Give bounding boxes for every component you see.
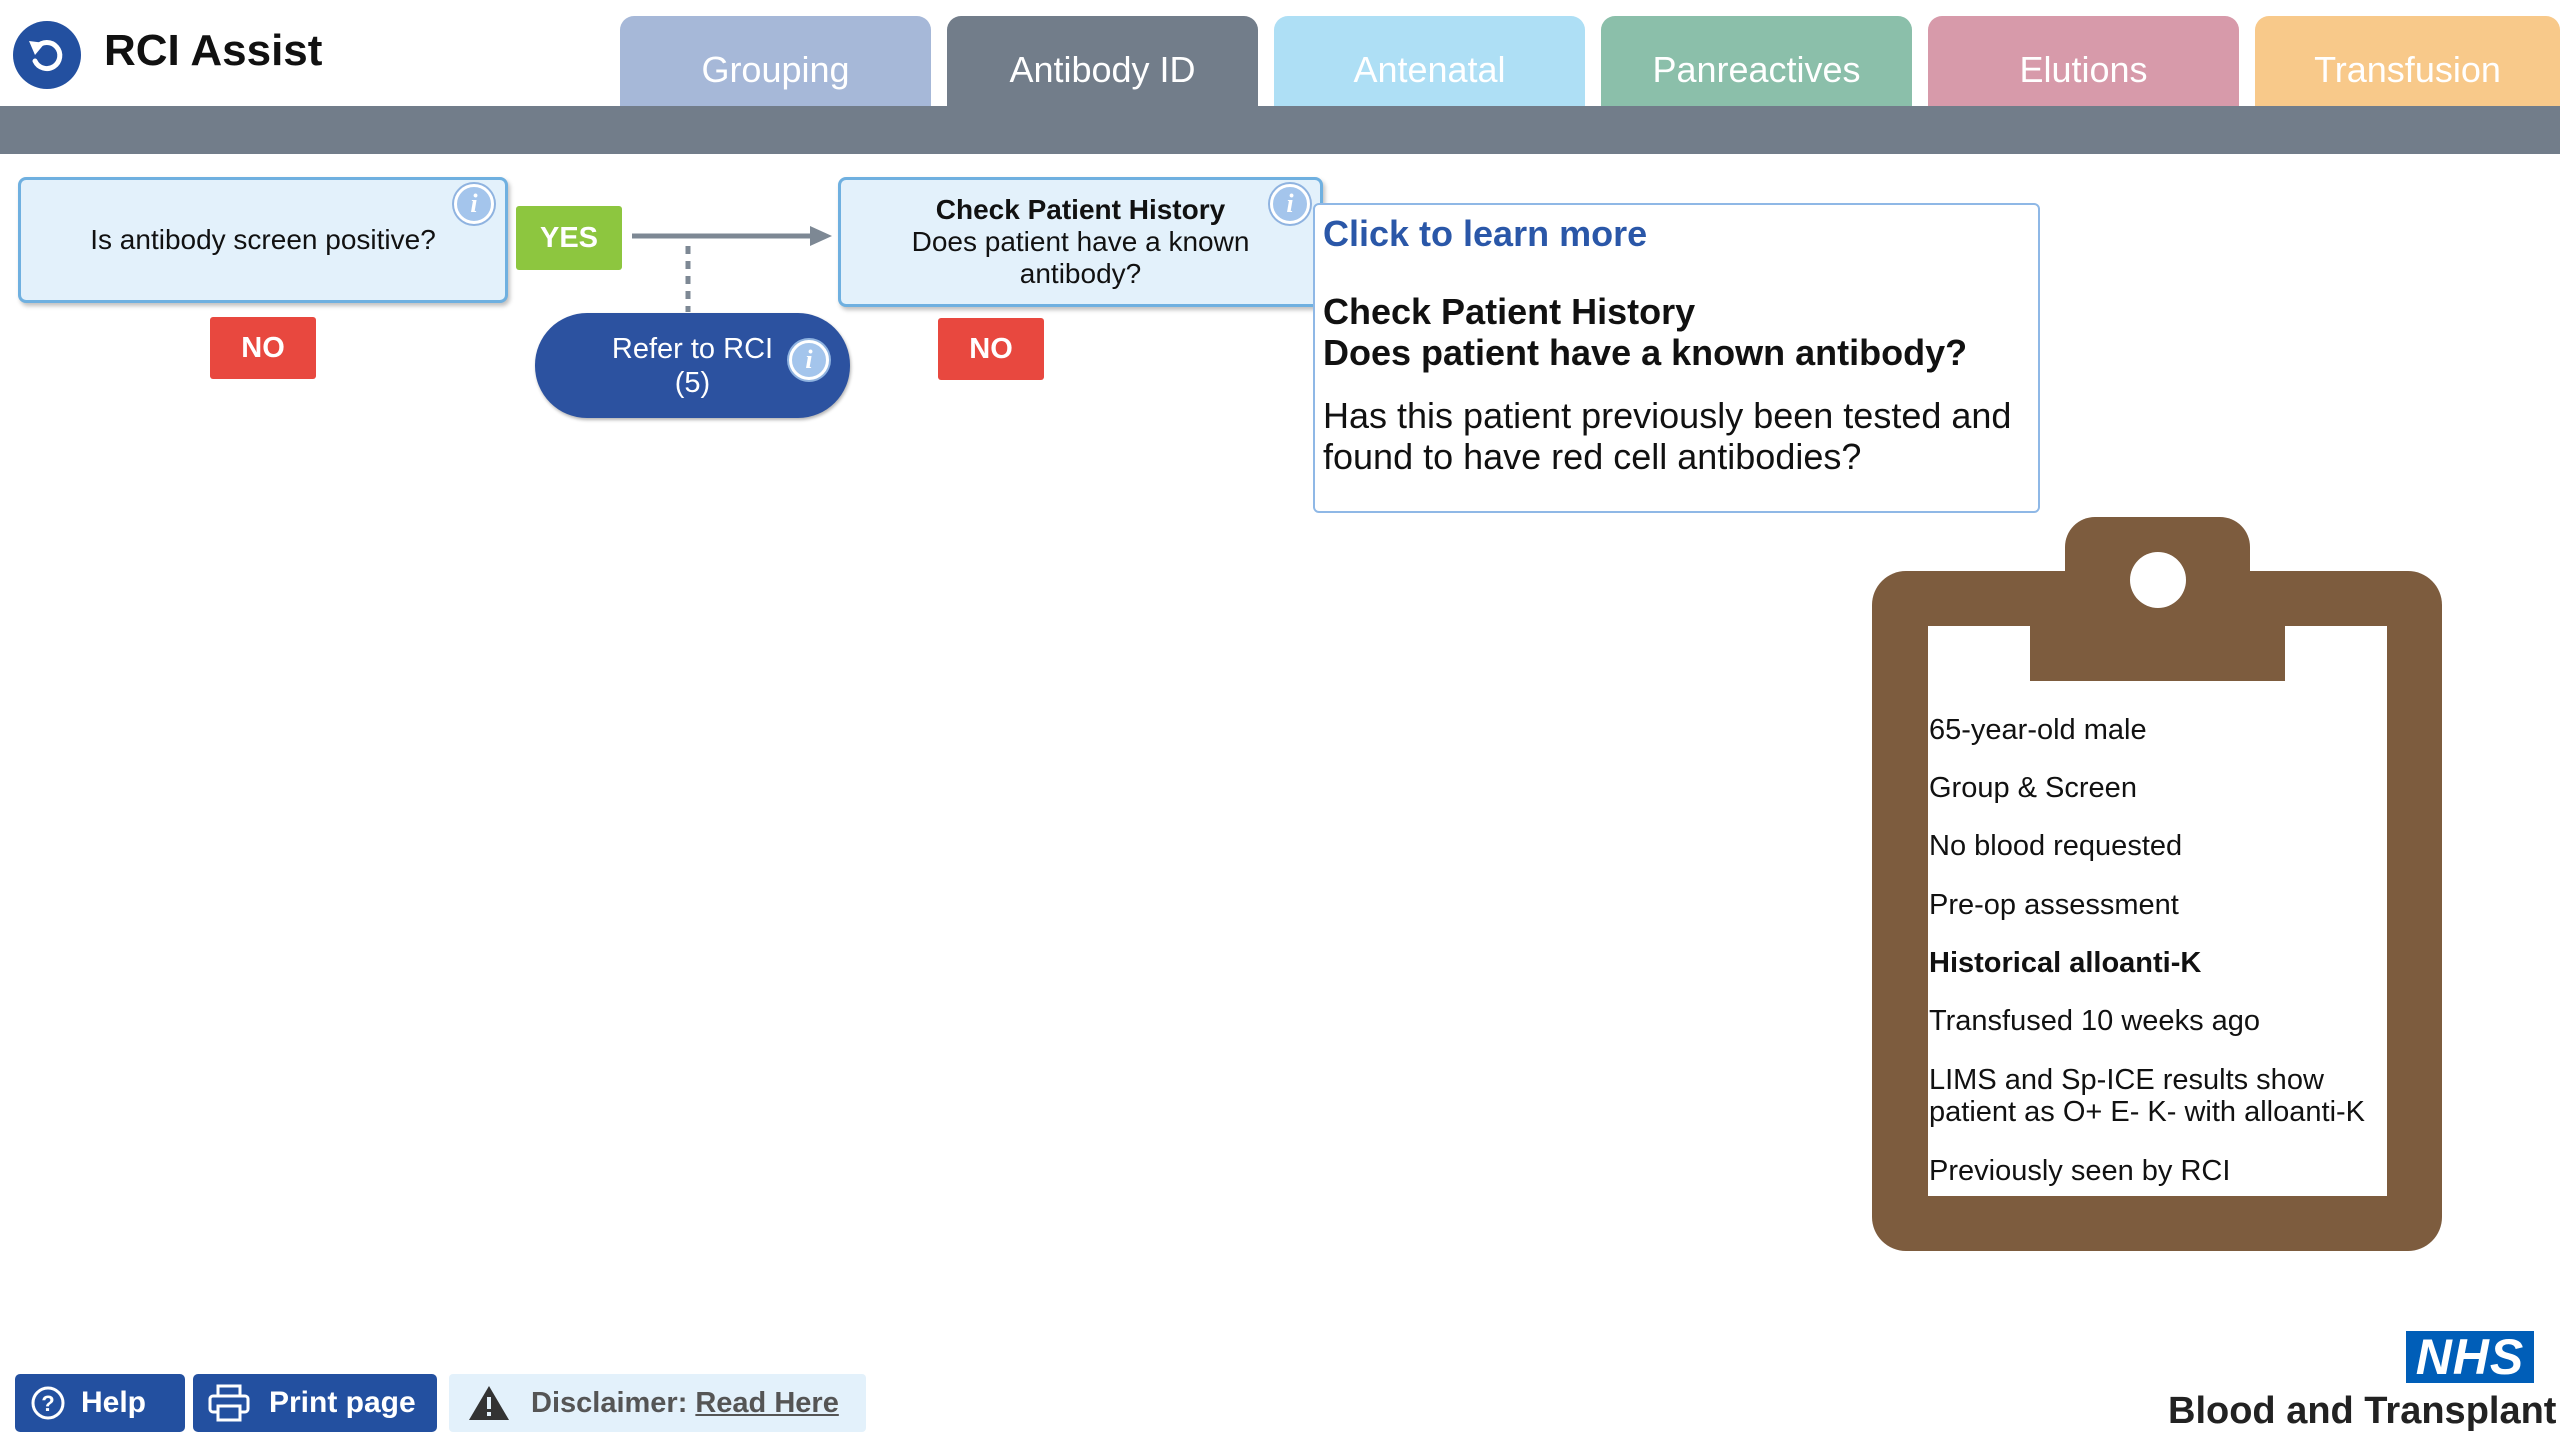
tab-grouping[interactable]: Grouping	[620, 16, 931, 106]
tooltip-heading-1: Check Patient History	[1323, 291, 1696, 332]
case-item-rci: Previously seen by RCI	[1929, 1155, 2231, 1187]
question-antibody-screen-text: Is antibody screen positive?	[90, 224, 436, 255]
refer-line1: Refer to RCI	[611, 332, 774, 365]
no-button-history[interactable]: NO	[938, 318, 1044, 380]
print-label: Print page	[269, 1386, 416, 1419]
help-button[interactable]: ? Help	[15, 1374, 185, 1432]
clipboard-clip-base	[2030, 626, 2285, 681]
nhs-logo: NHS	[2406, 1329, 2534, 1385]
tab-elutions[interactable]: Elutions	[1928, 16, 2239, 106]
case-item-blood: No blood requested	[1929, 830, 2183, 862]
tab-panreactives[interactable]: Panreactives	[1601, 16, 1912, 106]
info-icon[interactable]: i	[454, 184, 494, 224]
no-button[interactable]: NO	[210, 317, 316, 379]
disclaimer-link[interactable]: Read Here	[695, 1387, 838, 1420]
nhs-org-name: Blood and Transplant	[2168, 1390, 2557, 1432]
case-item-request: Group & Screen	[1929, 772, 2137, 804]
patient-history-info-icon[interactable]: i	[1270, 184, 1310, 224]
tooltip-body: Has this patient previously been tested …	[1323, 395, 2012, 477]
svg-text:?: ?	[41, 1391, 54, 1416]
case-item-lims: LIMS and Sp-ICE results show patient as …	[1929, 1064, 2366, 1128]
tab-subbar	[0, 106, 2560, 154]
clipboard-hole	[2130, 552, 2186, 608]
yes-button[interactable]: YES	[516, 206, 622, 270]
printer-icon	[208, 1384, 250, 1422]
tab-antibody-id[interactable]: Antibody ID	[947, 16, 1258, 106]
disclaimer-label: Disclaimer:	[531, 1386, 688, 1419]
print-button[interactable]: Print page	[193, 1374, 437, 1432]
question-antibody-screen[interactable]: Is antibody screen positive?	[18, 177, 508, 303]
undo-icon	[29, 40, 63, 72]
refer-info-icon[interactable]: i	[789, 340, 829, 380]
question-patient-history-text: Does patient have a known antibody?	[911, 226, 1250, 289]
info-tooltip: Click to learn more Check Patient Histor…	[1313, 203, 2040, 513]
refer-line2: (5)	[674, 366, 711, 399]
question-patient-history[interactable]: Check Patient History Does patient have …	[838, 177, 1323, 307]
learn-more-link[interactable]: Click to learn more	[1323, 213, 2030, 255]
question-patient-history-title: Check Patient History	[935, 194, 1226, 225]
warning-icon	[469, 1386, 509, 1420]
tab-transfusion[interactable]: Transfusion	[2255, 16, 2560, 106]
tooltip-heading-2: Does patient have a known antibody?	[1323, 332, 1968, 373]
tab-antenatal[interactable]: Antenatal	[1274, 16, 1585, 106]
help-icon: ?	[31, 1386, 65, 1420]
back-button[interactable]	[13, 21, 81, 89]
app-title: RCI Assist	[104, 26, 323, 75]
case-item-transfused: Transfused 10 weeks ago	[1929, 1005, 2261, 1037]
help-label: Help	[81, 1386, 147, 1419]
case-item-assessment: Pre-op assessment	[1929, 889, 2179, 921]
disclaimer-bar: Disclaimer: Read Here	[449, 1374, 866, 1432]
flow-connectors	[632, 226, 832, 312]
case-item-history: Historical alloanti-K	[1929, 947, 2202, 979]
case-item-age: 65-year-old male	[1929, 714, 2147, 746]
